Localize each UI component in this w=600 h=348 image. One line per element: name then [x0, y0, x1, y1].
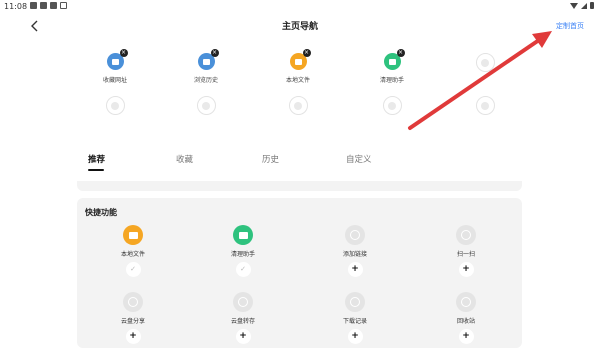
added-check-icon[interactable]: ✓: [125, 262, 141, 277]
quick-item-recycle-bin[interactable]: 回收站 +: [436, 292, 496, 344]
page-title: 主页导航: [281, 22, 318, 32]
shortcut-label: 本地文件: [285, 77, 310, 84]
remove-icon[interactable]: ×: [302, 49, 311, 57]
quick-item-label: 回收站: [456, 318, 475, 325]
home-shortcut-bookmarks[interactable]: × 收藏网址: [85, 49, 145, 84]
notification-icon: [50, 2, 57, 9]
quick-item-downloads[interactable]: 下载记录 +: [325, 292, 385, 344]
history-icon: ×: [197, 49, 219, 70]
remove-icon[interactable]: ×: [119, 49, 128, 57]
notification-icon: [30, 2, 37, 9]
status-time: 11:08: [4, 2, 28, 11]
globe-icon: [345, 225, 365, 245]
added-check-icon[interactable]: ✓: [235, 262, 251, 277]
signal-icon: [581, 2, 587, 9]
tab-custom[interactable]: 自定义: [346, 153, 372, 165]
quick-item-cleaner[interactable]: 清理助手 ✓: [213, 225, 273, 277]
globe-icon: [456, 225, 476, 245]
quick-item-label: 扫一扫: [456, 251, 475, 258]
globe-icon: [123, 292, 143, 312]
notification-icon: [40, 2, 47, 9]
empty-slot[interactable]: [85, 96, 145, 115]
status-indicators: [570, 2, 594, 9]
globe-icon: [456, 292, 476, 312]
empty-slot-icon: [288, 96, 308, 115]
broom-icon: [233, 225, 253, 245]
alert-icon: [60, 2, 67, 9]
empty-slot-icon: [196, 96, 216, 115]
home-shortcut-local-files[interactable]: × 本地文件: [268, 49, 328, 84]
status-notifications: [30, 2, 67, 9]
add-button[interactable]: +: [458, 262, 474, 277]
globe-icon: [233, 292, 253, 312]
add-button[interactable]: +: [347, 262, 363, 277]
shortcut-label: 清理助手: [379, 77, 404, 84]
quick-item-add-link[interactable]: 添加链接 +: [325, 225, 385, 277]
empty-slot[interactable]: [362, 96, 422, 115]
battery-icon: [590, 2, 594, 9]
quick-item-cloud-share[interactable]: 云盘分享 +: [103, 292, 163, 344]
empty-slot-icon: [382, 96, 402, 115]
tab-history[interactable]: 历史: [262, 153, 279, 165]
empty-slot-icon: [475, 53, 495, 72]
wifi-icon: [570, 2, 578, 9]
shortcut-label: 浏览历史: [193, 77, 218, 84]
home-shortcut-history[interactable]: × 浏览历史: [176, 49, 236, 84]
bookmark-icon: ×: [106, 49, 128, 70]
card-edge: [77, 181, 522, 191]
empty-slot[interactable]: [455, 96, 515, 115]
quick-item-label: 添加链接: [342, 251, 367, 258]
home-shortcut-cleaner[interactable]: × 清理助手: [362, 49, 422, 84]
quick-item-label: 云盘分享: [120, 318, 145, 325]
quick-item-label: 清理助手: [230, 251, 255, 258]
empty-slot[interactable]: [268, 96, 328, 115]
tab-recommended[interactable]: 推荐: [88, 153, 105, 165]
shortcut-label: 收藏网址: [102, 77, 127, 84]
active-tab-indicator: [88, 169, 104, 171]
empty-slot-icon: [105, 96, 125, 115]
quick-item-label: 下载记录: [342, 318, 367, 325]
remove-icon[interactable]: ×: [396, 49, 405, 57]
remove-icon[interactable]: ×: [210, 49, 219, 57]
quick-item-scan[interactable]: 扫一扫 +: [436, 225, 496, 277]
quick-item-label: 本地文件: [120, 251, 145, 258]
empty-slot[interactable]: [455, 53, 515, 72]
section-title: 快捷功能: [85, 208, 117, 217]
quick-item-cloud-save[interactable]: 云盘转存 +: [213, 292, 273, 344]
empty-slot[interactable]: [176, 96, 236, 115]
customize-home-button[interactable]: 定制首页: [556, 21, 584, 31]
folder-icon: [123, 225, 143, 245]
folder-icon: ×: [289, 49, 311, 70]
empty-slot-icon: [475, 96, 495, 115]
quick-item-label: 云盘转存: [230, 318, 255, 325]
status-bar: 11:08: [0, 0, 600, 14]
quick-item-local-files[interactable]: 本地文件 ✓: [103, 225, 163, 277]
tab-favorites[interactable]: 收藏: [176, 153, 193, 165]
broom-icon: ×: [383, 49, 405, 70]
globe-icon: [345, 292, 365, 312]
